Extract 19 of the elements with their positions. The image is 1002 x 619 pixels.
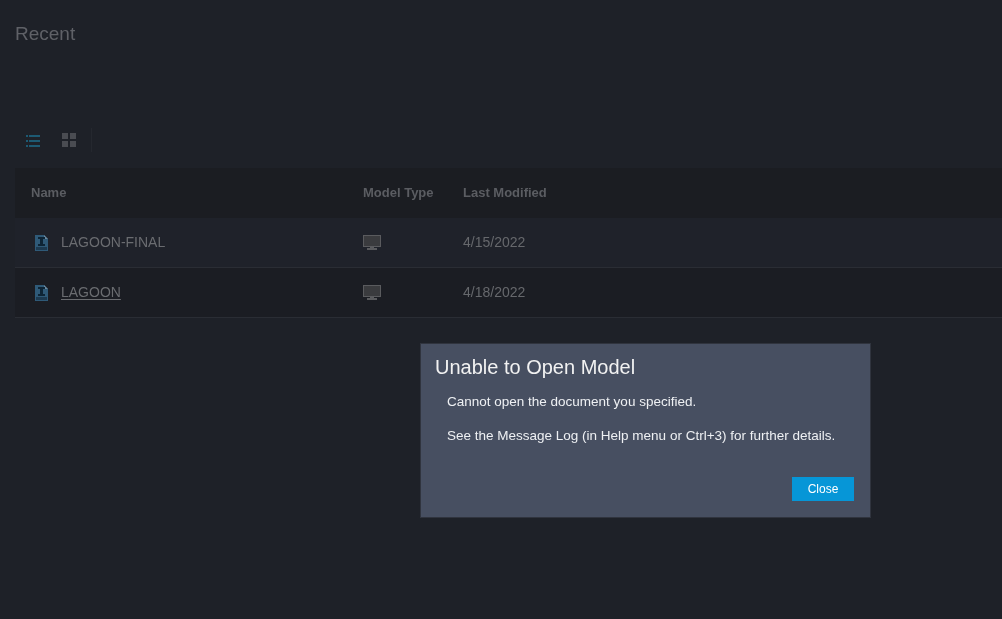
grid-view-icon [62, 133, 76, 147]
monitor-icon [363, 235, 381, 250]
document-icon [35, 234, 48, 251]
document-icon [35, 284, 48, 301]
dialog-message: Cannot open the document you specified. [447, 393, 697, 411]
file-name-link[interactable]: LAGOON [61, 282, 121, 303]
dialog-title: Unable to Open Model [435, 355, 636, 380]
file-name-link[interactable]: LAGOON-FINAL [61, 232, 166, 253]
date-text: 4/15/2022 [463, 233, 526, 252]
list-view-icon [26, 133, 40, 147]
monitor-icon [363, 285, 381, 300]
date-text: 4/18/2022 [463, 283, 526, 302]
close-button[interactable]: Close [792, 477, 854, 501]
table-row[interactable]: LAGOON 4/18/2022 [15, 268, 1002, 318]
column-header: Name [31, 184, 67, 203]
column-header: Last Modified [463, 184, 547, 203]
dialog-message: See the Message Log (in Help menu or Ctrl+3) for further details. [447, 427, 836, 445]
page-title: Recent [15, 22, 76, 46]
column-header: Model Type [363, 184, 434, 203]
